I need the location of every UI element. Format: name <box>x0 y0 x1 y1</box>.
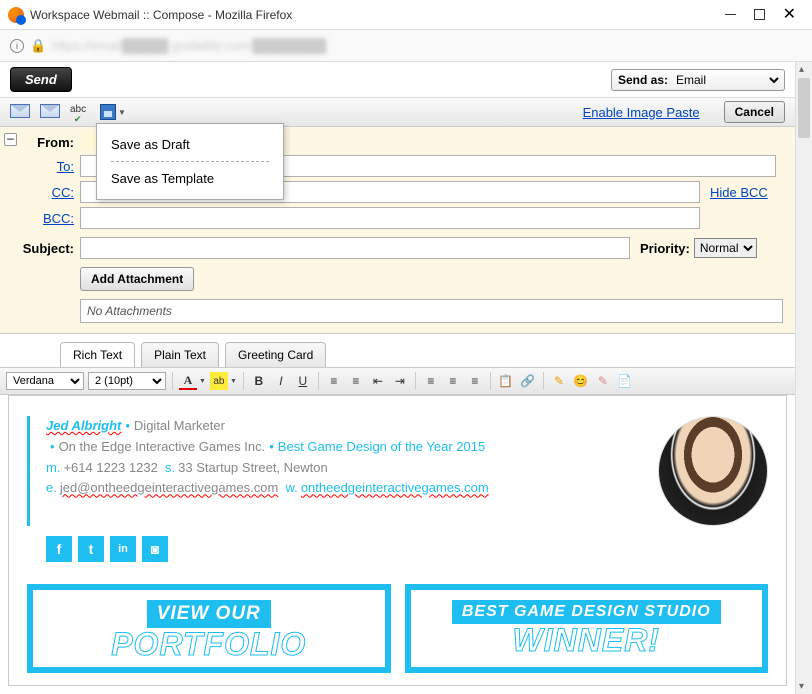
font-size-select[interactable]: 2 (10pt) <box>88 372 166 390</box>
vertical-scrollbar[interactable]: ▴ ▾ <box>795 62 812 694</box>
window-titlebar: Workspace Webmail :: Compose - Mozilla F… <box>0 0 812 30</box>
maximize-icon[interactable] <box>754 9 765 20</box>
outdent-button[interactable]: ⇤ <box>369 372 387 390</box>
send-as-select[interactable]: Email <box>672 72 782 88</box>
subject-label: Subject: <box>12 241 74 256</box>
editor-toolbar: Verdana 2 (10pt) A▼ ab▼ B I U ≡ ≡ ⇤ ⇥ ≡ … <box>0 367 795 395</box>
twitter-icon[interactable]: t <box>78 536 104 562</box>
save-dropdown-button[interactable]: ▼ Save as Draft Save as Template <box>100 104 126 120</box>
tab-rich-text[interactable]: Rich Text <box>60 342 135 367</box>
window-title: Workspace Webmail :: Compose - Mozilla F… <box>30 8 725 22</box>
font-family-select[interactable]: Verdana <box>6 372 84 390</box>
align-center-button[interactable]: ≡ <box>444 372 462 390</box>
ordered-list-button[interactable]: ≡ <box>325 372 343 390</box>
align-right-button[interactable]: ≡ <box>466 372 484 390</box>
save-disk-icon <box>100 104 116 120</box>
font-color-button[interactable]: A <box>179 372 197 390</box>
priority-select[interactable]: Normal <box>694 238 757 258</box>
sig-award: Best Game Design of the Year 2015 <box>278 439 485 454</box>
align-left-button[interactable]: ≡ <box>422 372 440 390</box>
lock-icon: 🔒 <box>30 38 46 54</box>
sig-street: 33 Startup Street, Newton <box>178 460 328 475</box>
sig-website[interactable]: ontheedgeinteractivegames.com <box>301 480 489 495</box>
indent-button[interactable]: ⇥ <box>391 372 409 390</box>
no-attachments-text: No Attachments <box>80 299 783 323</box>
bold-button[interactable]: B <box>250 372 268 390</box>
banner1-title: VIEW OUR <box>147 600 271 628</box>
scroll-up-icon[interactable]: ▴ <box>799 64 804 75</box>
envelope-reply-icon[interactable] <box>40 104 60 120</box>
sig-role: Digital Marketer <box>134 418 225 433</box>
add-attachment-button[interactable]: Add Attachment <box>80 267 194 291</box>
clipboard-button[interactable]: 📄 <box>616 372 634 390</box>
send-as-selector[interactable]: Send as: Email <box>611 69 785 91</box>
banner1-subtitle: PORTFOLIO <box>41 626 377 663</box>
minimize-icon[interactable] <box>725 14 736 15</box>
instagram-icon[interactable]: ◙ <box>142 536 168 562</box>
edit-button[interactable]: ✎ <box>550 372 568 390</box>
accent-bar <box>27 416 30 526</box>
menu-separator <box>111 161 269 162</box>
sig-email: jed@ontheedgeinteractivegames.com <box>60 480 278 495</box>
priority-label: Priority: <box>640 241 690 256</box>
subject-input[interactable] <box>80 237 630 259</box>
sig-company: On the Edge Interactive Games Inc. <box>59 439 266 454</box>
cc-label[interactable]: CC: <box>12 185 74 200</box>
portfolio-banner[interactable]: VIEW OUR PORTFOLIO <box>27 584 391 673</box>
link-button[interactable]: 🔗 <box>519 372 537 390</box>
from-label: From: <box>12 135 74 150</box>
paste-button[interactable]: 📋 <box>497 372 515 390</box>
avatar-photo <box>658 416 768 526</box>
envelope-send-icon[interactable] <box>10 104 30 120</box>
linkedin-icon[interactable]: in <box>110 536 136 562</box>
bcc-input[interactable] <box>80 207 700 229</box>
italic-button[interactable]: I <box>272 372 290 390</box>
close-icon[interactable]: ✕ <box>783 10 796 20</box>
to-label[interactable]: To: <box>12 159 74 174</box>
spellcheck-icon[interactable]: abc <box>70 104 90 120</box>
award-banner[interactable]: BEST GAME DESIGN STUDIO WINNER! <box>405 584 769 673</box>
chevron-down-icon: ▼ <box>118 108 126 117</box>
collapse-fields-button[interactable]: – <box>4 133 17 146</box>
url-text: https://email█████.godaddy.com/████████ <box>52 38 326 53</box>
banner2-title: BEST GAME DESIGN STUDIO <box>452 600 721 624</box>
send-as-label: Send as: <box>618 73 668 87</box>
send-button[interactable]: Send <box>10 67 72 92</box>
tab-greeting-card[interactable]: Greeting Card <box>225 342 326 367</box>
site-info-icon[interactable]: i <box>10 39 24 53</box>
save-dropdown-menu: Save as Draft Save as Template <box>96 123 284 200</box>
highlight-button[interactable]: ab <box>210 372 228 390</box>
save-as-draft-item[interactable]: Save as Draft <box>97 132 283 157</box>
emoji-button[interactable]: 😊 <box>572 372 590 390</box>
sig-name: Jed Albright <box>46 418 121 433</box>
save-as-template-item[interactable]: Save as Template <box>97 166 283 191</box>
enable-image-paste-link[interactable]: Enable Image Paste <box>583 105 700 120</box>
tab-plain-text[interactable]: Plain Text <box>141 342 219 367</box>
unordered-list-button[interactable]: ≡ <box>347 372 365 390</box>
hide-bcc-link[interactable]: Hide BCC <box>710 185 768 200</box>
cancel-button[interactable]: Cancel <box>724 101 785 123</box>
url-bar: i 🔒 https://email█████.godaddy.com/█████… <box>0 30 812 62</box>
scroll-thumb[interactable] <box>798 78 810 138</box>
banner2-subtitle: WINNER! <box>419 622 755 659</box>
underline-button[interactable]: U <box>294 372 312 390</box>
firefox-icon <box>8 7 24 23</box>
bcc-label[interactable]: BCC: <box>12 211 74 226</box>
signature-button[interactable]: ✎ <box>594 372 612 390</box>
scroll-down-icon[interactable]: ▾ <box>799 681 804 692</box>
email-body[interactable]: Jed Albright•Digital Marketer •On the Ed… <box>8 395 787 686</box>
sig-mobile: +614 1223 1232 <box>63 460 157 475</box>
facebook-icon[interactable]: f <box>46 536 72 562</box>
